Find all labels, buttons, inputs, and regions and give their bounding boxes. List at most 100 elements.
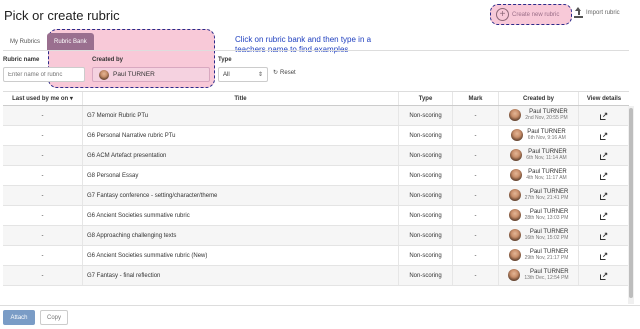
created-by-label: Created by — [92, 57, 124, 63]
column-header-mark: Mark — [453, 92, 499, 105]
created-by-cell: Paul TURNER 29th Nov, 21:17 PM — [499, 246, 579, 265]
external-link-icon[interactable]: ↗ — [600, 172, 608, 180]
last-used-cell: - — [3, 166, 83, 185]
attach-button[interactable]: Attach — [3, 310, 35, 325]
type-cell: Non-scoring — [399, 226, 453, 245]
title-cell: G6 Personal Narrative rubric PTu — [83, 126, 399, 145]
title-cell: G8 Personal Essay — [83, 166, 399, 185]
view-details-cell: ↗ — [579, 186, 629, 205]
created-by-value: Paul TURNER — [113, 71, 155, 78]
avatar — [509, 109, 522, 122]
copy-button[interactable]: Copy — [40, 310, 68, 325]
type-cell: Non-scoring — [399, 106, 453, 125]
last-used-cell: - — [3, 266, 83, 285]
created-date: 6th Nov, 11:14 AM — [526, 155, 567, 162]
title-cell: G8 Approaching challenging texts — [83, 226, 399, 245]
mark-cell: - — [453, 206, 499, 225]
type-cell: Non-scoring — [399, 186, 453, 205]
table-row[interactable]: - G6 Personal Narrative rubric PTu Non-sco… — [3, 126, 629, 146]
external-link-icon[interactable]: ↗ — [600, 112, 608, 120]
reset-label: Reset — [280, 69, 296, 76]
plus-circle-icon: + — [496, 8, 509, 21]
avatar — [511, 129, 524, 142]
type-cell: Non-scoring — [399, 266, 453, 285]
type-cell: Non-scoring — [399, 126, 453, 145]
table-row[interactable]: - G8 Personal Essay Non-scoring - Paul TURNE… — [3, 166, 629, 186]
external-link-icon[interactable]: ↗ — [600, 152, 608, 160]
title-cell: G6 ACM Artefact presentation — [83, 146, 399, 165]
table-row[interactable]: - G6 Ancient Societies summative rubric (… — [3, 246, 629, 266]
table-row[interactable]: - G7 Fantasy conference - setting/charact… — [3, 186, 629, 206]
avatar — [508, 249, 521, 262]
type-cell: Non-scoring — [399, 166, 453, 185]
created-date: 13th Dec, 12:54 PM — [524, 275, 569, 282]
column-header-title: Title — [83, 92, 399, 105]
last-used-cell: - — [3, 146, 83, 165]
sort-down-icon: ▾ — [68, 96, 73, 102]
table-row[interactable]: - G8 Approaching challenging texts Non-sco… — [3, 226, 629, 246]
table-row[interactable]: - G6 ACM Artefact presentation Non-scoring… — [3, 146, 629, 166]
external-link-icon[interactable]: ↗ — [600, 212, 608, 220]
last-used-cell: - — [3, 186, 83, 205]
type-select-value: All — [223, 72, 230, 78]
last-used-cell: - — [3, 206, 83, 225]
table-row[interactable]: - G7 Memoir Rubric PTu Non-scoring - Paul TU… — [3, 106, 629, 126]
view-details-cell: ↗ — [579, 206, 629, 225]
external-link-icon[interactable]: ↗ — [600, 272, 608, 280]
view-details-cell: ↗ — [579, 106, 629, 125]
table-row[interactable]: - G7 Fantasy - final reflection Non-scorin… — [3, 266, 629, 286]
created-by-cell: Paul TURNER 6th Nov, 9:16 AM — [499, 126, 579, 145]
external-link-icon[interactable]: ↗ — [600, 252, 608, 260]
title-cell: G7 Fantasy - final reflection — [83, 266, 399, 285]
created-date: 29th Nov, 21:17 PM — [524, 255, 569, 262]
view-details-cell: ↗ — [579, 146, 629, 165]
created-date: 6th Nov, 9:16 AM — [527, 135, 566, 142]
mark-cell: - — [453, 246, 499, 265]
tab-divider — [3, 50, 629, 51]
column-header-view-details: View details — [586, 95, 622, 102]
column-header-created-by: Created by — [499, 92, 579, 105]
column-header-last-used[interactable]: Last used by me on ▾ — [3, 92, 83, 105]
table-scrollbar[interactable] — [628, 106, 634, 304]
create-new-rubric-button[interactable]: + Create new rubric — [496, 8, 559, 21]
created-date: 4th Nov, 11:17 AM — [526, 175, 567, 182]
tab-my-rubrics[interactable]: My Rubrics — [3, 33, 47, 51]
avatar — [508, 269, 521, 282]
table-row[interactable]: - G6 Ancient Societies summative rubric No… — [3, 206, 629, 226]
external-link-icon[interactable]: ↗ — [600, 192, 608, 200]
type-label: Type — [218, 57, 232, 63]
mark-cell: - — [453, 106, 499, 125]
created-by-field[interactable]: Paul TURNER — [92, 67, 210, 82]
created-date: 28th Nov, 13:03 PM — [524, 215, 569, 222]
external-link-icon[interactable]: ↗ — [600, 132, 608, 140]
created-by-cell: Paul TURNER 13th Dec, 12:54 PM — [499, 266, 579, 285]
title-cell: G7 Fantasy conference - setting/characte… — [83, 186, 399, 205]
view-details-cell: ↗ — [579, 226, 629, 245]
view-details-cell: ↗ — [579, 266, 629, 285]
avatar — [508, 189, 521, 202]
view-details-cell: ↗ — [579, 246, 629, 265]
type-select[interactable]: All ⇕ — [218, 67, 268, 82]
scrollbar-thumb[interactable] — [629, 108, 633, 298]
rubric-table: Last used by me on ▾ Title Type Mark Cre… — [3, 91, 629, 286]
created-by-cell: Paul TURNER 6th Nov, 11:14 AM — [499, 146, 579, 165]
created-by-cell: Paul TURNER 16th Nov, 15:02 PM — [499, 226, 579, 245]
type-cell: Non-scoring — [399, 206, 453, 225]
created-date: 16th Nov, 15:02 PM — [524, 235, 569, 242]
footer-divider — [0, 305, 640, 306]
import-rubric-button[interactable]: Import rubric — [574, 7, 620, 19]
avatar — [508, 229, 521, 242]
rubric-name-input[interactable] — [3, 67, 85, 82]
reset-button[interactable]: ↻ Reset — [273, 69, 296, 77]
view-details-cell: ↗ — [579, 126, 629, 145]
external-link-icon[interactable]: ↗ — [600, 232, 608, 240]
created-by-cell: Paul TURNER 4th Nov, 11:17 AM — [499, 166, 579, 185]
reset-icon: ↻ — [273, 70, 279, 76]
updown-caret-icon: ⇕ — [257, 72, 263, 78]
mark-cell: - — [453, 146, 499, 165]
mark-cell: - — [453, 266, 499, 285]
created-by-cell: Paul TURNER 27th Nov, 21:41 PM — [499, 186, 579, 205]
avatar — [508, 209, 521, 222]
tab-rubric-bank[interactable]: Rubric Bank — [47, 33, 94, 51]
created-by-cell: Paul TURNER 2nd Nov, 20:55 PM — [499, 106, 579, 125]
